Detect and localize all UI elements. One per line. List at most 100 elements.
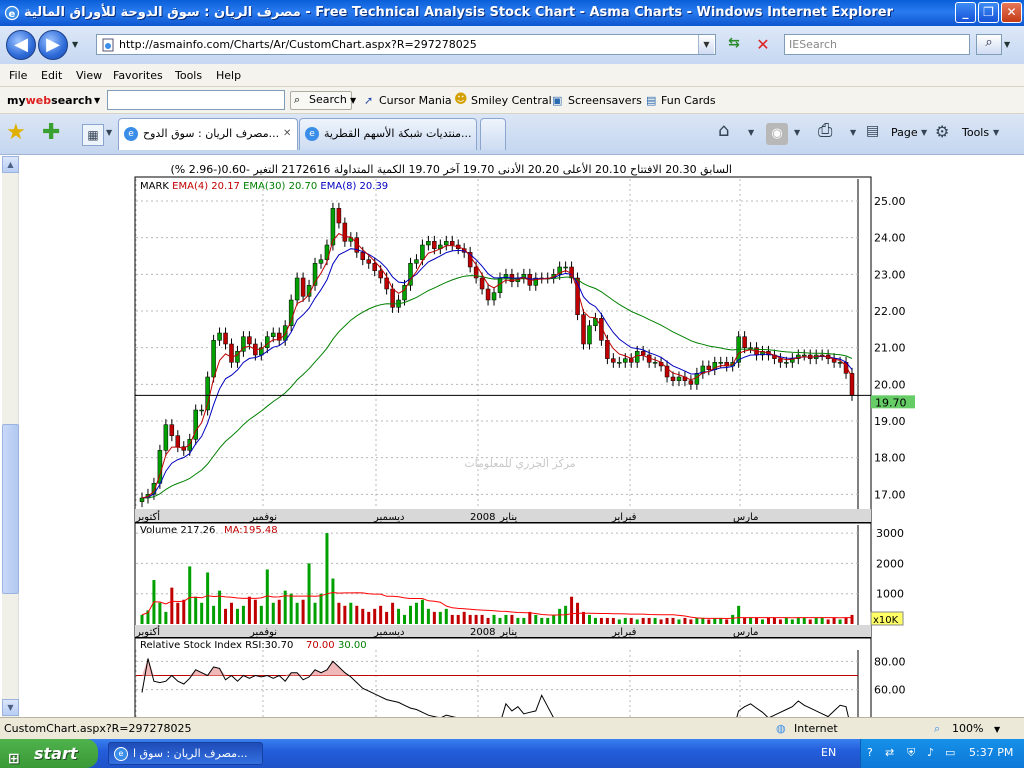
candle-body <box>217 332 222 341</box>
tray-monitor-icon[interactable]: ▭ <box>945 746 955 759</box>
toolbar-search-input[interactable] <box>107 90 285 110</box>
start-button[interactable]: ⊞ start <box>0 739 98 768</box>
tab-inactive[interactable]: e منتديات شبكة الأسهم القطرية... <box>299 118 477 150</box>
page-menu-button[interactable]: Page <box>891 126 918 139</box>
search-icon[interactable]: ⌕ <box>976 34 1002 55</box>
address-dropdown-icon[interactable]: ▼ <box>698 35 714 54</box>
tab-close-icon[interactable]: ✕ <box>283 119 291 149</box>
link-cursor-mania[interactable]: Cursor Mania <box>379 94 452 107</box>
home-icon[interactable]: ⌂ <box>718 120 729 141</box>
candle-body <box>169 424 175 436</box>
page-content: ▲ ▼ السابق 20.30 الافتتاح 20.10 الأعلى 2… <box>0 154 1024 718</box>
volume-bar <box>438 611 442 624</box>
legend-entry: MARK <box>140 181 172 192</box>
volume-bar <box>516 617 520 624</box>
cursor-mania-icon: ➚ <box>364 94 374 107</box>
link-fun-cards[interactable]: Fun Cards <box>661 94 716 107</box>
add-favorites-icon[interactable]: ✚ <box>42 120 60 145</box>
volume-bar <box>271 602 275 624</box>
rsi-tick-label: 60.00 <box>874 684 906 697</box>
candle-body <box>426 241 431 246</box>
volume-bar <box>778 619 782 624</box>
zoom-dropdown-icon[interactable]: ▼ <box>994 725 1000 734</box>
volume-bar <box>212 605 216 624</box>
menu-edit[interactable]: Edit <box>41 69 62 82</box>
candle-body <box>223 332 228 345</box>
minimize-button[interactable]: _ <box>955 2 976 23</box>
toolbar-search-button[interactable]: ⌕ Search <box>290 91 352 110</box>
print-icon[interactable]: ⎙ <box>818 120 832 141</box>
page-dropdown-icon[interactable]: ▼ <box>921 128 927 137</box>
tab-active[interactable]: e مصرف الريان : سوق الدوح... ✕ <box>118 118 298 150</box>
tab-row: ★ ✚ ▦ ▼ e مصرف الريان : سوق الدوح... ✕ e… <box>0 114 1024 154</box>
tray-shield-icon[interactable]: ⛨ <box>907 746 915 760</box>
back-button[interactable]: ◀ <box>6 30 36 60</box>
volume-bar <box>158 602 162 624</box>
taskbar-item-ie[interactable]: e مصرف الريان : سوق ا... <box>108 742 263 765</box>
link-screensavers[interactable]: Screensavers <box>568 94 642 107</box>
home-dropdown-icon[interactable]: ▼ <box>748 128 754 137</box>
mywebsearch-logo: mywebsearch <box>7 94 93 107</box>
toolbar-dropdown-icon[interactable]: ▼ <box>94 96 100 105</box>
menu-tools[interactable]: Tools <box>175 69 202 82</box>
magnifier-icon: ⌕ <box>294 93 301 106</box>
tools-dropdown-icon[interactable]: ▼ <box>993 128 999 137</box>
tab-list-dropdown-icon[interactable]: ▼ <box>106 128 112 137</box>
volume-bar <box>808 619 812 624</box>
candle-body <box>605 340 610 359</box>
toolbar-search-dropdown-icon[interactable]: ▼ <box>350 96 356 105</box>
new-tab-button[interactable] <box>480 118 506 150</box>
close-button[interactable]: ✕ <box>1001 2 1022 23</box>
candle-body <box>670 376 676 381</box>
menu-help[interactable]: Help <box>216 69 241 82</box>
volume-bar <box>444 608 448 624</box>
volume-bar <box>355 605 359 624</box>
print-dropdown-icon[interactable]: ▼ <box>850 128 856 137</box>
refresh-icon[interactable]: ⇆ <box>722 35 746 55</box>
volume-bar <box>313 602 317 624</box>
tray-network-icon[interactable]: ⇄ <box>885 746 894 759</box>
link-smiley-central[interactable]: Smiley Central <box>471 94 552 107</box>
candle-body <box>485 288 491 301</box>
gear-icon: ⚙ <box>935 122 950 141</box>
volume-bar <box>832 617 836 624</box>
favorites-star-icon[interactable]: ★ <box>6 120 26 145</box>
price-tick-label: 21.00 <box>874 342 906 355</box>
history-dropdown-icon[interactable]: ▼ <box>72 40 78 49</box>
tray-help-icon[interactable]: ? <box>867 746 873 759</box>
volume-bar <box>367 611 371 624</box>
forward-button[interactable]: ▶ <box>38 30 68 60</box>
candle-body <box>265 336 270 348</box>
zoom-level[interactable]: 100% <box>952 722 983 735</box>
last-price-label: 19.70 <box>875 396 907 409</box>
volume-tick-label: 1000 <box>876 588 904 601</box>
address-bar[interactable]: http://asmainfo.com/Charts/Ar/CustomChar… <box>96 34 716 55</box>
maximize-button[interactable]: ❐ <box>978 2 999 23</box>
candle-body <box>479 277 485 290</box>
candle-body <box>784 362 789 364</box>
feeds-dropdown-icon[interactable]: ▼ <box>794 128 800 137</box>
volume-bar <box>587 614 591 624</box>
volume-bar <box>772 617 776 624</box>
rss-feed-icon[interactable]: ◉ <box>766 123 788 145</box>
search-input[interactable]: IESearch <box>784 34 970 55</box>
volume-bar <box>826 619 830 624</box>
candle-body <box>837 362 843 364</box>
tools-menu-button[interactable]: Tools <box>962 126 989 139</box>
fun-cards-icon: ▤ <box>646 94 657 107</box>
menu-file[interactable]: File <box>9 69 27 82</box>
charts-svg: 25.00 24.00 23.00 22.00 21.00 20.00 19.00 18.00… <box>134 176 915 718</box>
volume-bar <box>570 596 574 624</box>
candle-body <box>718 362 723 364</box>
tray-volume-icon[interactable]: ♪ <box>927 746 934 759</box>
menu-favorites[interactable]: Favorites <box>113 69 163 82</box>
candle-body <box>587 325 592 345</box>
volume-bar <box>695 617 699 624</box>
quick-tabs-icon[interactable]: ▦ <box>82 124 104 146</box>
menu-view[interactable]: View <box>76 69 102 82</box>
volume-bar <box>468 614 472 624</box>
search-dropdown-icon[interactable]: ▼ <box>1004 40 1010 49</box>
stop-icon[interactable]: ✕ <box>752 35 774 55</box>
language-indicator[interactable]: EN <box>821 746 836 759</box>
window-title: مصرف الريان : سوق الدوحة للأوراق المالية… <box>24 5 894 20</box>
